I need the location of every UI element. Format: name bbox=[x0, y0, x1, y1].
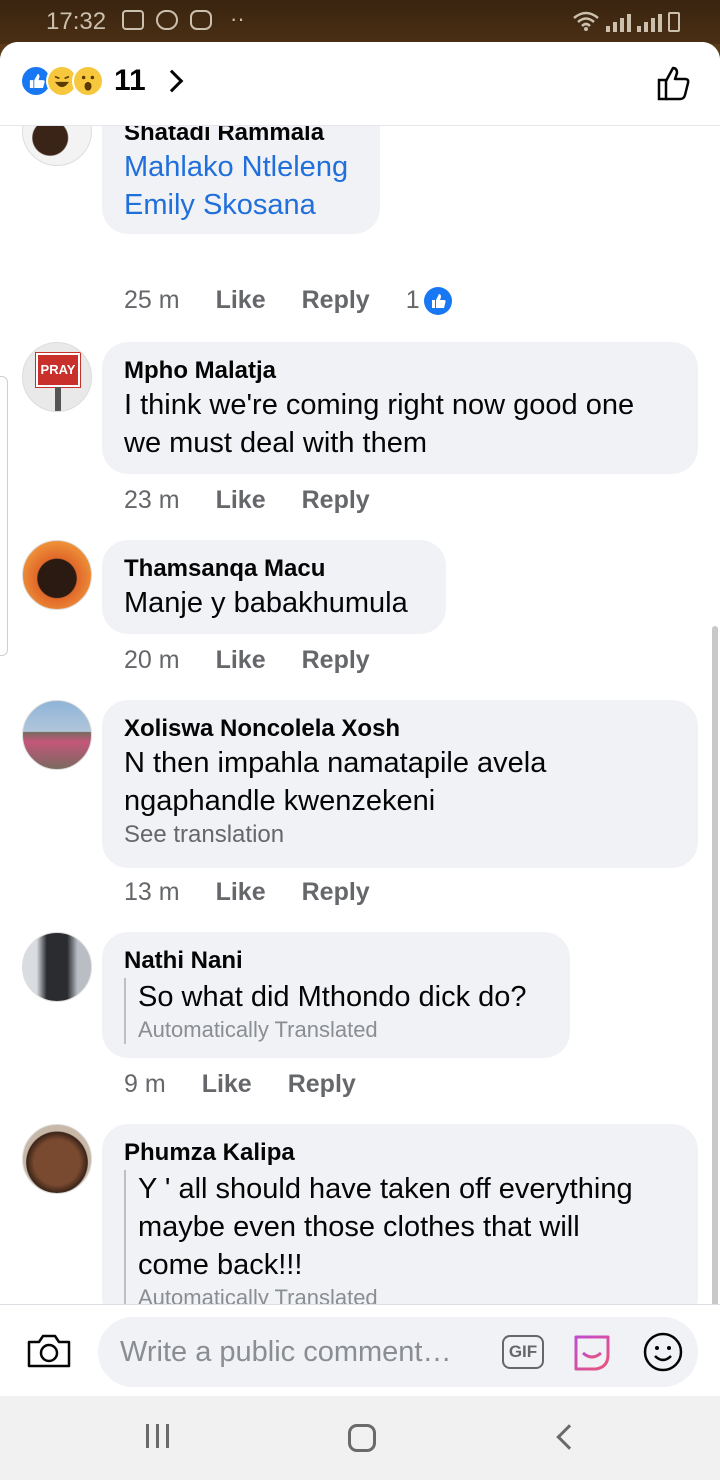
system-nav-bar bbox=[0, 1396, 720, 1480]
like-button[interactable]: Like bbox=[216, 286, 266, 315]
gallery-notification-icon bbox=[122, 10, 144, 30]
comment-bubble[interactable]: Xoliswa Noncolela Xosh N then impahla na… bbox=[102, 700, 698, 868]
scrollbar[interactable] bbox=[712, 626, 718, 1304]
reply-button[interactable]: Reply bbox=[302, 878, 370, 907]
translated-block: So what did Mthondo dick do? Automatical… bbox=[124, 978, 548, 1044]
camera-icon[interactable] bbox=[26, 1333, 72, 1369]
comment-time: 25 m bbox=[124, 286, 180, 314]
comment-text: N then impahla namatapile avela bbox=[124, 747, 547, 779]
auto-translated-label[interactable]: Automatically Translated bbox=[138, 1016, 548, 1044]
comment-meta: 20 m Like Reply bbox=[124, 646, 406, 675]
home-icon[interactable] bbox=[348, 1424, 376, 1452]
reply-button[interactable]: Reply bbox=[302, 286, 370, 315]
comment-text: Manje y babakhumula bbox=[124, 587, 408, 619]
auto-translated-label[interactable]: Automatically Translated bbox=[138, 1284, 676, 1304]
comment-text: come back!!! bbox=[138, 1249, 303, 1281]
comment-author[interactable]: Shatadi Rammala bbox=[124, 126, 358, 148]
sticker-icon[interactable] bbox=[570, 1331, 614, 1373]
wifi-icon bbox=[573, 11, 599, 31]
reactions-summary[interactable]: 11 bbox=[20, 64, 184, 98]
reactions-header: 11 bbox=[0, 42, 720, 126]
comment-bubble[interactable]: Nathi Nani So what did Mthondo dick do? … bbox=[102, 932, 570, 1058]
signal-2-icon bbox=[637, 14, 662, 32]
translated-block: Y ' all should have taken off everything… bbox=[124, 1170, 676, 1304]
comment-list[interactable]: Shatadi Rammala Mahlako Ntleleng Emily S… bbox=[0, 126, 720, 1304]
comment-time: 9 m bbox=[124, 1070, 166, 1098]
like-post-icon[interactable] bbox=[656, 64, 692, 102]
comment-author[interactable]: Xoliswa Noncolela Xosh bbox=[124, 714, 676, 744]
tagged-user-link[interactable]: Emily Skosana bbox=[124, 186, 358, 224]
pray-sign: PRAY bbox=[35, 352, 81, 388]
avatar[interactable]: PRAY bbox=[22, 342, 92, 412]
comment-bubble[interactable]: Shatadi Rammala Mahlako Ntleleng Emily S… bbox=[102, 126, 380, 234]
back-icon[interactable] bbox=[556, 1424, 582, 1450]
avatar[interactable] bbox=[22, 1124, 92, 1194]
comments-sheet: 11 Shatadi Rammala Mahlako Ntleleng Emil… bbox=[0, 42, 720, 1396]
reply-button[interactable]: Reply bbox=[288, 1070, 356, 1099]
comment-author[interactable]: Mpho Malatja bbox=[124, 356, 676, 386]
reply-button[interactable]: Reply bbox=[302, 646, 370, 675]
like-badge-icon bbox=[423, 286, 452, 315]
comment-text: I think we're coming right now good one bbox=[124, 389, 635, 421]
comment-meta: 25 m Like Reply 1 bbox=[124, 286, 452, 315]
comment-input[interactable] bbox=[120, 1331, 480, 1373]
reaction-count: 11 bbox=[114, 64, 146, 97]
like-button[interactable]: Like bbox=[216, 646, 266, 675]
comment-bubble[interactable]: Phumza Kalipa Y ' all should have taken … bbox=[102, 1124, 698, 1304]
wow-reaction-icon bbox=[72, 65, 104, 97]
like-button[interactable]: Like bbox=[216, 486, 266, 515]
avatar[interactable] bbox=[22, 932, 92, 1002]
comment-meta: 9 m Like Reply bbox=[124, 1070, 392, 1099]
avatar[interactable] bbox=[22, 540, 92, 610]
instagram-notification-icon bbox=[190, 10, 212, 30]
comment-time: 20 m bbox=[124, 646, 180, 674]
comment-author[interactable]: Nathi Nani bbox=[124, 946, 548, 976]
like-button[interactable]: Like bbox=[216, 878, 266, 907]
like-button[interactable]: Like bbox=[202, 1070, 252, 1099]
recent-apps-icon[interactable] bbox=[146, 1424, 169, 1448]
comment-reaction-count[interactable]: 1 bbox=[406, 286, 452, 315]
battery-icon bbox=[668, 12, 680, 32]
comment-author[interactable]: Phumza Kalipa bbox=[124, 1138, 676, 1168]
comment-bubble[interactable]: Mpho Malatja I think we're coming right … bbox=[102, 342, 698, 474]
comment-text: we must deal with them bbox=[124, 427, 428, 459]
comment-time: 13 m bbox=[124, 878, 180, 906]
avatar[interactable] bbox=[22, 700, 92, 770]
status-time: 17:32 bbox=[46, 8, 107, 35]
gif-button[interactable]: GIF bbox=[502, 1335, 544, 1369]
more-notifications-icon: ·· bbox=[230, 6, 245, 31]
see-translation-link[interactable]: See translation bbox=[124, 820, 676, 850]
avatar[interactable] bbox=[22, 126, 92, 166]
comment-meta: 13 m Like Reply bbox=[124, 878, 406, 907]
comment-time: 23 m bbox=[124, 486, 180, 514]
reaction-count-value: 1 bbox=[405, 286, 420, 314]
reply-button[interactable]: Reply bbox=[302, 486, 370, 515]
emoji-icon[interactable] bbox=[642, 1331, 684, 1373]
chevron-right-icon bbox=[160, 69, 184, 93]
comment-text: Y ' all should have taken off everything bbox=[138, 1173, 633, 1205]
signal-1-icon bbox=[606, 14, 631, 32]
status-indicators bbox=[572, 10, 680, 32]
comment-text: So what did Mthondo dick do? bbox=[138, 981, 527, 1013]
comment-composer: GIF bbox=[0, 1304, 720, 1396]
scroll-edge-indicator bbox=[0, 376, 8, 656]
tagged-user-link[interactable]: Mahlako Ntleleng bbox=[124, 148, 358, 186]
comment-meta: 23 m Like Reply bbox=[124, 486, 406, 515]
comment-text: maybe even those clothes that will bbox=[138, 1211, 580, 1243]
sync-notification-icon bbox=[156, 10, 178, 30]
status-bar: 17:32 ·· bbox=[0, 0, 720, 44]
comment-bubble[interactable]: Thamsanqa Macu Manje y babakhumula bbox=[102, 540, 446, 634]
comment-input-box[interactable]: GIF bbox=[98, 1317, 698, 1387]
comment-author[interactable]: Thamsanqa Macu bbox=[124, 554, 424, 584]
comment-text: ngaphandle kwenzekeni bbox=[124, 785, 436, 817]
